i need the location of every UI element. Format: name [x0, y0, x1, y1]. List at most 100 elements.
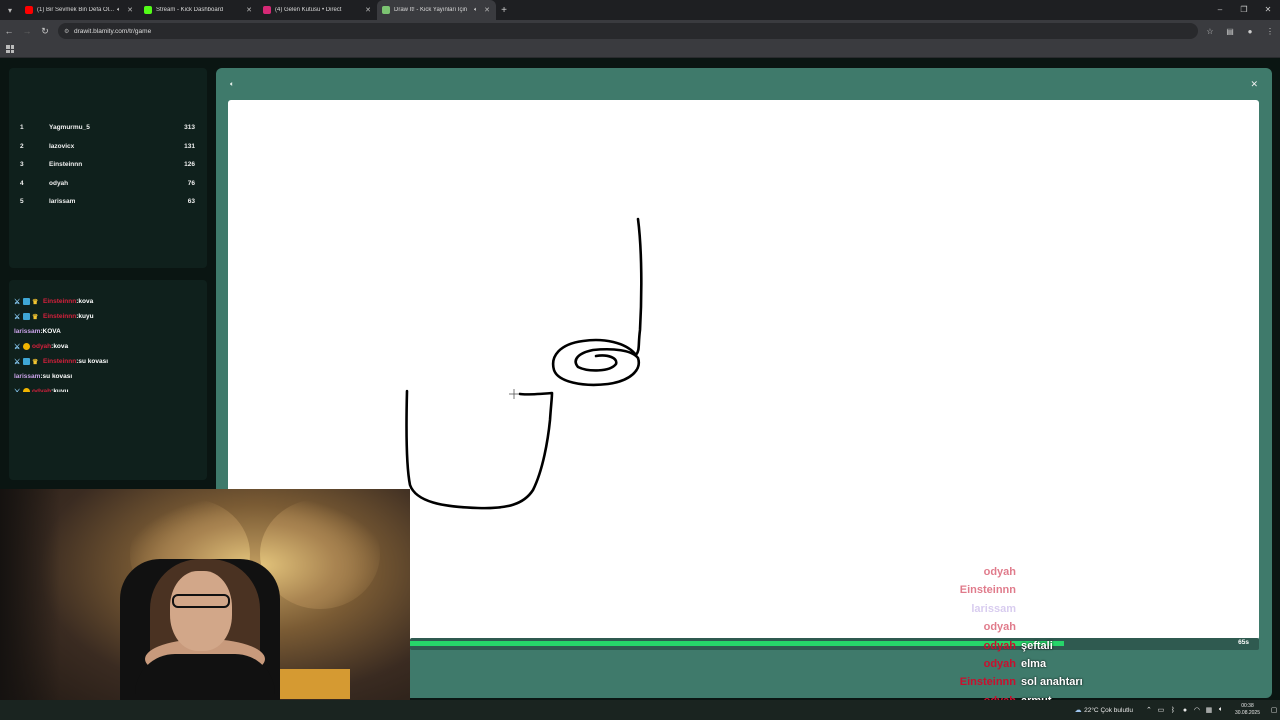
- overlay-chat-username: larissam: [971, 602, 1016, 615]
- side-chat-message: larissam:KOVA: [14, 324, 204, 339]
- browser-tab[interactable]: Draw It! - Kick Yayınları İçin 🔈︎ ✕: [377, 0, 496, 20]
- tab-title: (4) Gelen Kutusu • Direct: [275, 7, 342, 13]
- browser-tab[interactable]: Stream - Kick Dashboard ✕: [139, 0, 258, 20]
- leaderboard-name: odyah: [49, 179, 69, 187]
- apps-grid-icon[interactable]: [6, 45, 14, 53]
- coin-badge-icon: [23, 343, 30, 350]
- tab-favicon-icon: [144, 6, 152, 14]
- stroke-spiral: [551, 217, 643, 387]
- new-tab-button[interactable]: +: [496, 5, 512, 16]
- maximize-icon[interactable]: ❐: [1232, 0, 1256, 20]
- side-chat-text: :KOVA: [40, 328, 61, 335]
- leaderboard-row: 1 Yagmurmu_5 313: [9, 124, 207, 138]
- sword-badge-icon: ⚔: [14, 344, 21, 351]
- tab-audio-icon[interactable]: 🔈︎: [474, 7, 483, 14]
- crosshair-cursor: [509, 389, 519, 399]
- microphone-icon[interactable]: ●: [1179, 707, 1191, 714]
- side-chat-message: larissam:su kovası: [14, 369, 204, 384]
- close-window-icon[interactable]: ✕: [1256, 0, 1280, 20]
- subscriber-badge-icon: [23, 358, 30, 365]
- browser-tab[interactable]: (1) Bir Sevmek Bin Defa Öl... 🔈︎ ✕: [20, 0, 139, 20]
- tab-title: Stream - Kick Dashboard: [156, 7, 224, 13]
- tab-favicon-icon: [382, 6, 390, 14]
- tab-close-icon[interactable]: ✕: [126, 6, 134, 14]
- overlay-chat-text: elma: [1021, 658, 1047, 670]
- side-chat-message: ⚔ ♛ Einsteinnn:kuyu: [14, 309, 204, 324]
- leaderboard-rank: 2: [20, 142, 24, 150]
- stroke-bucket: [405, 389, 554, 510]
- weather-widget[interactable]: ☁ 22°C Çok bulutlu: [1072, 706, 1133, 715]
- profile-avatar[interactable]: ●: [1240, 27, 1260, 36]
- tab-audio-icon[interactable]: 🔈︎: [117, 7, 126, 14]
- tab-favicon-icon: [263, 6, 271, 14]
- leaderboard-score: 131: [184, 142, 195, 150]
- tab-strip: (1) Bir Sevmek Bin Defa Öl... 🔈︎ ✕ Stream -…: [20, 0, 496, 20]
- leaderboard-score: 76: [187, 179, 195, 187]
- speaker-icon[interactable]: 🔈︎: [230, 81, 234, 89]
- side-chat-username[interactable]: Einsteinnn: [43, 313, 76, 320]
- subscriber-badge-icon: [23, 313, 30, 320]
- windows-taskbar: ☁ 22°C Çok bulutlu ⌃ ▭ ᛒ ● ◠ ▦ 🔈︎ 00:38 …: [0, 700, 1280, 720]
- overlay-chat-message: odyah şeftali: [0, 566, 1280, 584]
- crown-badge-icon: ♛: [32, 314, 39, 321]
- sword-badge-icon: ⚔: [14, 359, 21, 366]
- side-chat-text: :su kovası: [76, 358, 109, 365]
- clock[interactable]: 00:38 30.08.2025: [1235, 703, 1260, 717]
- coin-badge-icon: [23, 388, 30, 392]
- chevron-up-icon[interactable]: ⌃: [1143, 706, 1155, 714]
- tab-close-icon[interactable]: ✕: [483, 6, 491, 14]
- overlay-chat-username: odyah: [983, 658, 1016, 670]
- forward-icon[interactable]: →: [18, 26, 36, 36]
- overlay-chat-text: kestane: [1021, 621, 1062, 634]
- overlay-chat-message: odyah şeftali: [0, 640, 1280, 658]
- minimize-icon[interactable]: –: [1208, 0, 1232, 20]
- back-icon[interactable]: ←: [0, 26, 18, 36]
- browser-tab-bar: ▾ (1) Bir Sevmek Bin Defa Öl... 🔈︎ ✕ Stream…: [0, 0, 1280, 20]
- side-chat-message: ⚔ ♛ Einsteinnn:kova: [14, 294, 204, 309]
- side-chat-panel: ⚔ ♛ Einsteinnn:kova ⚔ ♛ Einsteinnn:kuyu lariss…: [9, 280, 207, 480]
- side-chat-username[interactable]: Einsteinnn: [43, 358, 76, 365]
- network-icon[interactable]: ▦: [1203, 706, 1215, 714]
- display-icon[interactable]: ▭: [1155, 706, 1167, 714]
- side-chat-username[interactable]: odyah: [32, 388, 51, 392]
- reload-icon[interactable]: ↻: [36, 26, 54, 37]
- side-chat-list[interactable]: ⚔ ♛ Einsteinnn:kova ⚔ ♛ Einsteinnn:kuyu lariss…: [14, 294, 204, 392]
- leaderboard-rank: 1: [20, 124, 24, 131]
- bluetooth-icon[interactable]: ᛒ: [1167, 707, 1179, 714]
- tab-close-icon[interactable]: ✕: [245, 6, 253, 14]
- leaderboard-panel: 1 Yagmurmu_5 313 2 Iazovicx 131 3 Einsteinnn 126…: [9, 68, 207, 268]
- tab-title: Draw It! - Kick Yayınları İçin: [394, 7, 468, 13]
- toolbar-actions: ☆ ▤ ● ⋮: [1200, 20, 1280, 42]
- side-chat-username[interactable]: larissam: [14, 373, 40, 380]
- wifi-icon[interactable]: ◠: [1191, 706, 1203, 714]
- extensions-icon[interactable]: ▤: [1220, 27, 1240, 36]
- notification-icon[interactable]: ▢: [1268, 706, 1280, 714]
- menu-icon[interactable]: ⋮: [1260, 27, 1280, 36]
- side-chat-username[interactable]: odyah: [32, 343, 51, 350]
- crown-badge-icon: ♛: [32, 299, 39, 306]
- sword-badge-icon: ⚔: [14, 299, 21, 306]
- side-chat-username[interactable]: Einsteinnn: [43, 298, 76, 305]
- address-bar-row: ← → ↻ ⚙ drawit.blamity.com/tr/game ☆ ▤ ●…: [0, 20, 1280, 42]
- site-info-icon[interactable]: ⚙: [64, 28, 74, 35]
- volume-icon[interactable]: 🔈︎: [1215, 706, 1227, 714]
- stream-chat-overlay: odyah şeftali Einsteinnn abi kahverengi şef…: [0, 566, 1280, 720]
- window-controls: – ❐ ✕: [1208, 0, 1280, 20]
- browser-tab[interactable]: (4) Gelen Kutusu • Direct ✕: [258, 0, 377, 20]
- leaderboard-row: 2 Iazovicx 131: [9, 143, 207, 157]
- tab-favicon-icon: [25, 6, 33, 14]
- weather-text: Çok bulutlu: [1100, 706, 1133, 714]
- side-chat-username[interactable]: larissam: [14, 328, 40, 335]
- bookmark-star-icon[interactable]: ☆: [1200, 27, 1220, 36]
- overlay-chat-message: Einsteinnn sol anahtarı: [0, 676, 1280, 694]
- leaderboard-name: Yagmurmu_5: [49, 124, 90, 131]
- leaderboard-rank: 3: [20, 161, 24, 168]
- url-text: drawit.blamity.com/tr/game: [74, 27, 152, 35]
- side-chat-message: ⚔ odyah:kuyu: [14, 384, 204, 392]
- tab-search-icon[interactable]: ▾: [0, 0, 20, 20]
- overlay-chat-username: odyah: [983, 639, 1016, 652]
- close-icon[interactable]: ✕: [1250, 79, 1258, 90]
- tab-close-icon[interactable]: ✕: [364, 6, 372, 14]
- leaderboard-rank: 5: [20, 198, 24, 205]
- url-bar[interactable]: ⚙ drawit.blamity.com/tr/game: [58, 23, 1198, 39]
